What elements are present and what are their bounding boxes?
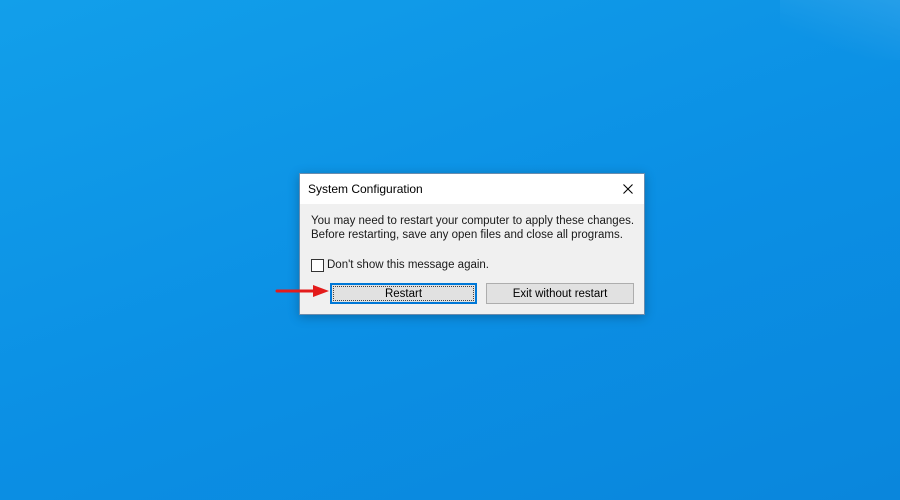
system-configuration-dialog: System Configuration You may need to res… <box>299 173 645 315</box>
exit-without-restart-button[interactable]: Exit without restart <box>486 283 634 304</box>
red-arrow-icon <box>275 285 329 297</box>
dialog-titlebar[interactable]: System Configuration <box>300 174 644 204</box>
close-button[interactable] <box>612 174 644 204</box>
restart-button[interactable]: Restart <box>330 283 477 304</box>
desktop-light-edge <box>780 0 900 60</box>
restart-button-label: Restart <box>384 287 423 300</box>
dont-show-again-option[interactable]: Don't show this message again. <box>311 258 489 272</box>
dialog-title: System Configuration <box>308 182 423 196</box>
close-icon <box>623 184 633 194</box>
dont-show-again-label[interactable]: Don't show this message again. <box>327 259 489 271</box>
dont-show-again-checkbox[interactable] <box>311 258 324 272</box>
message-line-2: Before restarting, save any open files a… <box>311 229 623 241</box>
dialog-message: You may need to restart your computer to… <box>311 214 636 242</box>
message-line-1: You may need to restart your computer to… <box>311 215 635 227</box>
exit-button-label: Exit without restart <box>512 287 608 300</box>
